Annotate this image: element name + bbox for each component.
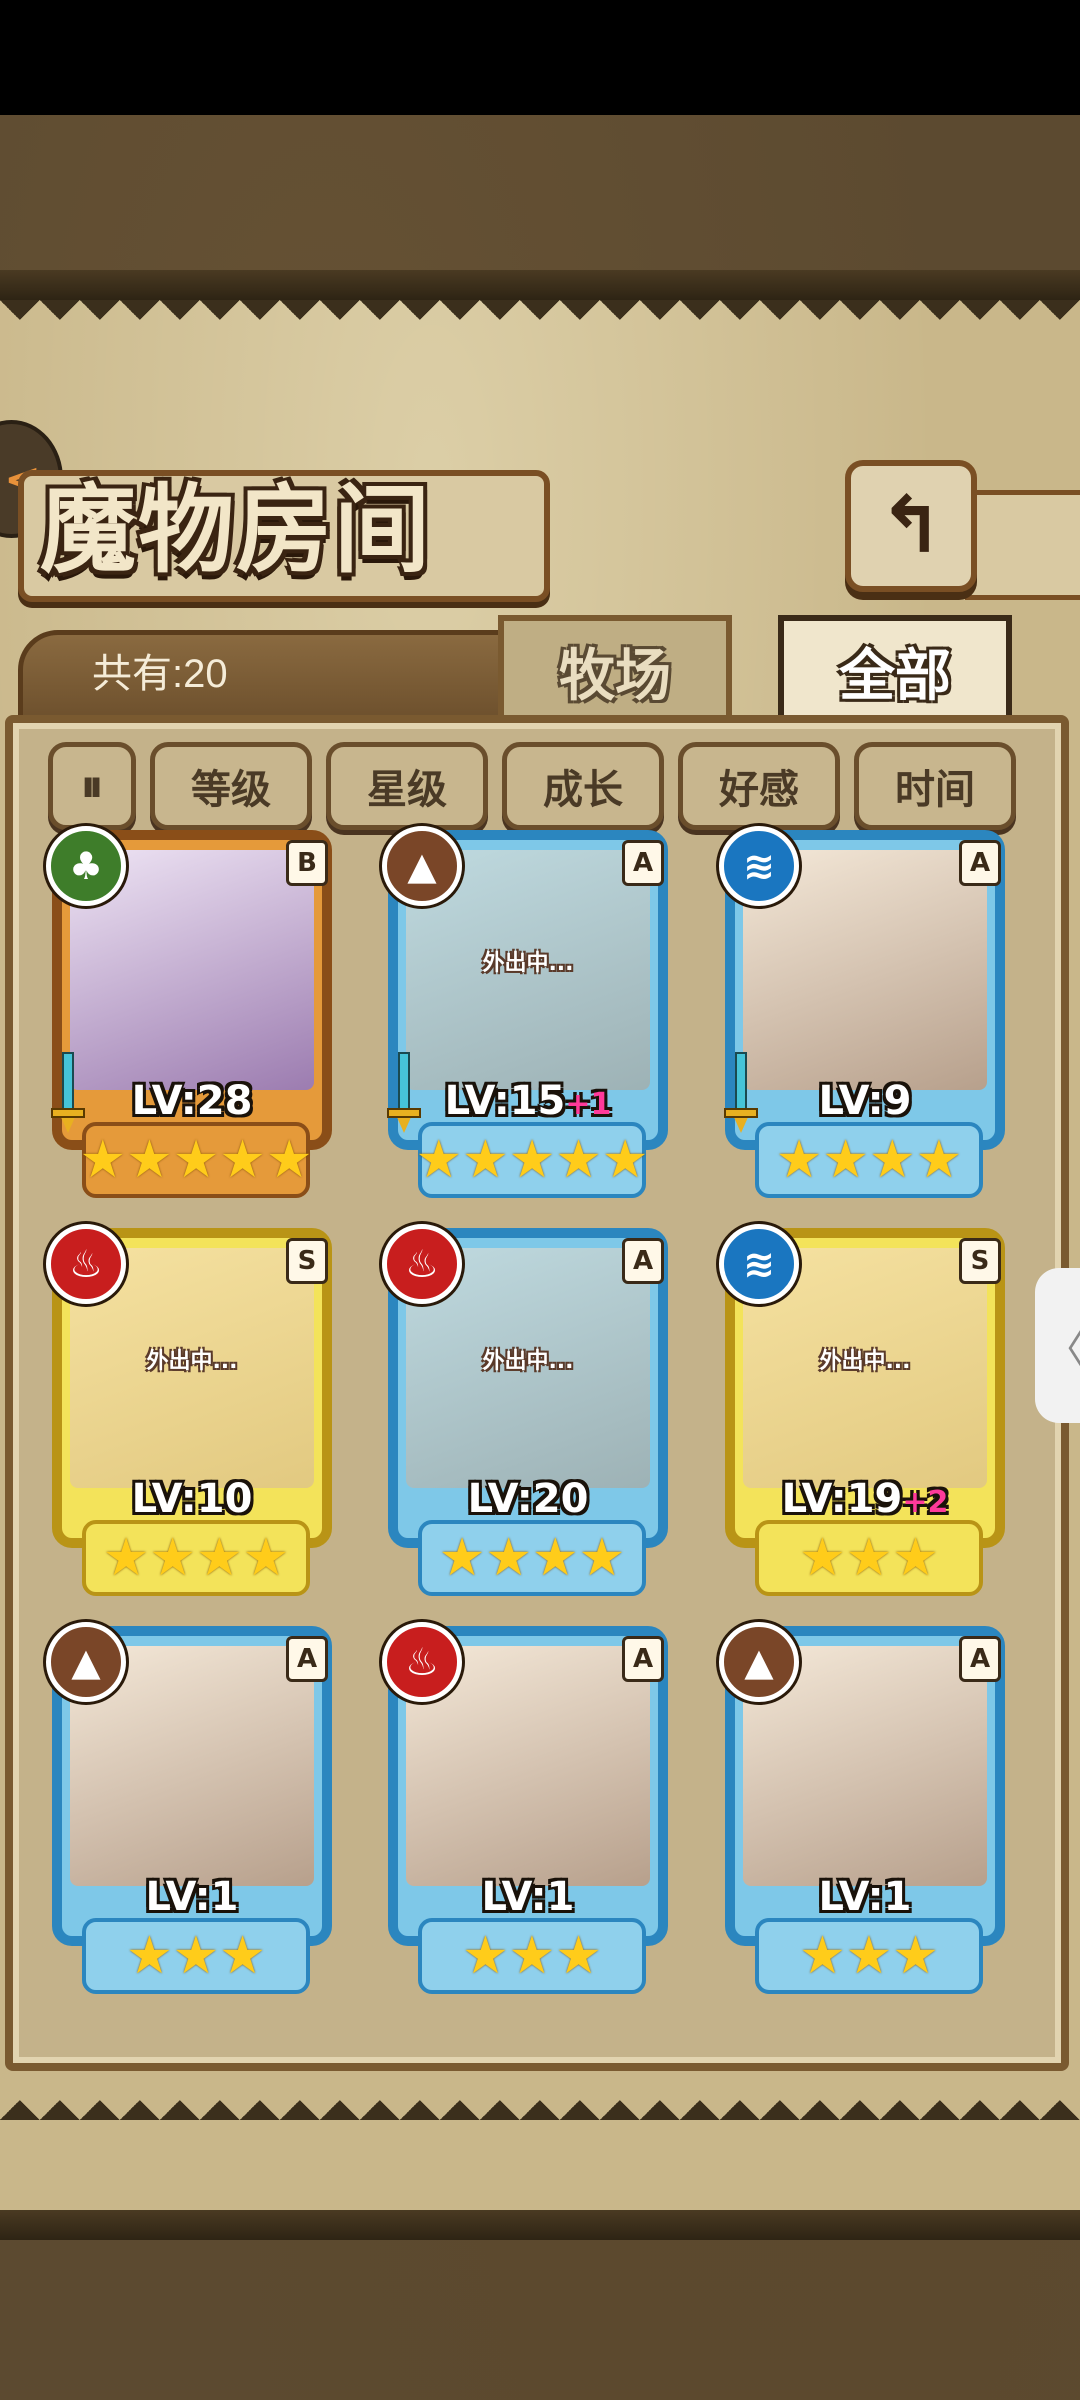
chevron-left-icon: 〈 [1045,1317,1080,1375]
away-status: 外出中... [482,1349,574,1374]
star-rating: ★★★ [418,1918,646,1994]
monster-count: 共有:20 [92,652,228,696]
star-rating: ★★★★★ [415,1122,649,1198]
level-value: LV:10 [131,1476,253,1522]
level-label: LV:19+2 [715,1476,1015,1522]
level-value: LV:1 [481,1874,575,1920]
level-label: LV:15+1 [378,1078,678,1124]
monster-card[interactable]: 外出中... ♨ A LV:20 ★★★★ [378,1224,678,1596]
level-bonus: +1 [565,1087,612,1122]
away-status: 外出中... [482,951,574,976]
star-rating: ★★★★ [755,1122,983,1198]
level-label: LV:10 [42,1476,342,1522]
monster-card[interactable]: 外出中... ▲ A LV:15+1 ★★★★★ [378,826,678,1198]
return-icon: ↰ [878,481,944,571]
rank-badge: S [959,1238,1001,1284]
fire-element-icon: ♨ [46,1224,126,1304]
rank-badge: A [622,1238,664,1284]
rank-badge: B [286,840,328,886]
star-rating: ★★★★★ [79,1122,313,1198]
fire-element-icon: ♨ [382,1224,462,1304]
water-element-icon: ≋ [719,826,799,906]
level-label: LV:20 [378,1476,678,1522]
star-rating: ★★★ [755,1520,983,1596]
zigzag-bottom [0,2080,1080,2120]
star-rating: ★★★★ [418,1520,646,1596]
monster-card[interactable]: ♨ A LV:1 ★★★ [378,1622,678,1994]
monster-card[interactable]: ≋ A LV:9 ★★★★ [715,826,1015,1198]
filter-star[interactable]: 星级 [326,742,488,830]
level-value: LV:9 [818,1078,912,1124]
star-rating: ★★★★ [82,1520,310,1596]
level-value: LV:1 [818,1874,912,1920]
monster-card[interactable]: 外出中... ♨ S LV:10 ★★★★ [42,1224,342,1596]
rank-badge: S [286,1238,328,1284]
tab-ranch[interactable]: 牧场 [498,615,732,721]
star-rating: ★★★ [82,1918,310,1994]
rank-badge: A [622,1636,664,1682]
level-value: LV:28 [131,1078,253,1124]
level-label: LV:1 [715,1874,1015,1920]
earth-element-icon: ▲ [382,826,462,906]
tab-all[interactable]: 全部 [778,615,1012,721]
earth-element-icon: ▲ [719,1622,799,1702]
grass-element-icon: ♣ [46,826,126,906]
rank-badge: A [959,1636,1001,1682]
star-rating: ★★★ [755,1918,983,1994]
fire-element-icon: ♨ [382,1622,462,1702]
monster-card[interactable]: ▲ A LV:1 ★★★ [42,1622,342,1994]
side-drawer-handle[interactable]: 〈 [1035,1268,1080,1423]
status-bar [0,0,1080,115]
earth-element-icon: ▲ [46,1622,126,1702]
page-title: 魔物房间 [40,473,432,586]
filter-time[interactable]: 时间 [854,742,1016,830]
level-bonus: +2 [902,1485,949,1520]
back-rail [965,490,1080,600]
away-status: 外出中... [146,1349,238,1374]
water-element-icon: ≋ [719,1224,799,1304]
level-label: LV:1 [378,1874,678,1920]
sort-order-icon: ⏸ [81,760,103,812]
away-status: 外出中... [819,1349,911,1374]
monster-card[interactable]: ▲ A LV:1 ★★★ [715,1622,1015,1994]
monster-card[interactable]: 外出中... ≋ S LV:19+2 ★★★ [715,1224,1015,1596]
level-label: LV:9 [715,1078,1015,1124]
filter-level[interactable]: 等级 [150,742,312,830]
level-value: LV:19 [781,1476,903,1522]
filter-growth[interactable]: 成长 [502,742,664,830]
level-label: LV:1 [42,1874,342,1920]
wood-strip-bottom [0,2210,1080,2240]
rank-badge: A [959,840,1001,886]
back-button[interactable]: ↰ [845,460,977,592]
filter-affection[interactable]: 好感 [678,742,840,830]
level-value: LV:15 [444,1078,566,1124]
level-value: LV:1 [145,1874,239,1920]
zigzag-top [0,300,1080,340]
rank-badge: A [286,1636,328,1682]
wood-strip-top [0,270,1080,300]
rank-badge: A [622,840,664,886]
level-label: LV:28 [42,1078,342,1124]
level-value: LV:20 [467,1476,589,1522]
monster-card[interactable]: ♣ B LV:28 ★★★★★ [42,826,342,1198]
sort-order-button[interactable]: ⏸ [48,742,136,830]
